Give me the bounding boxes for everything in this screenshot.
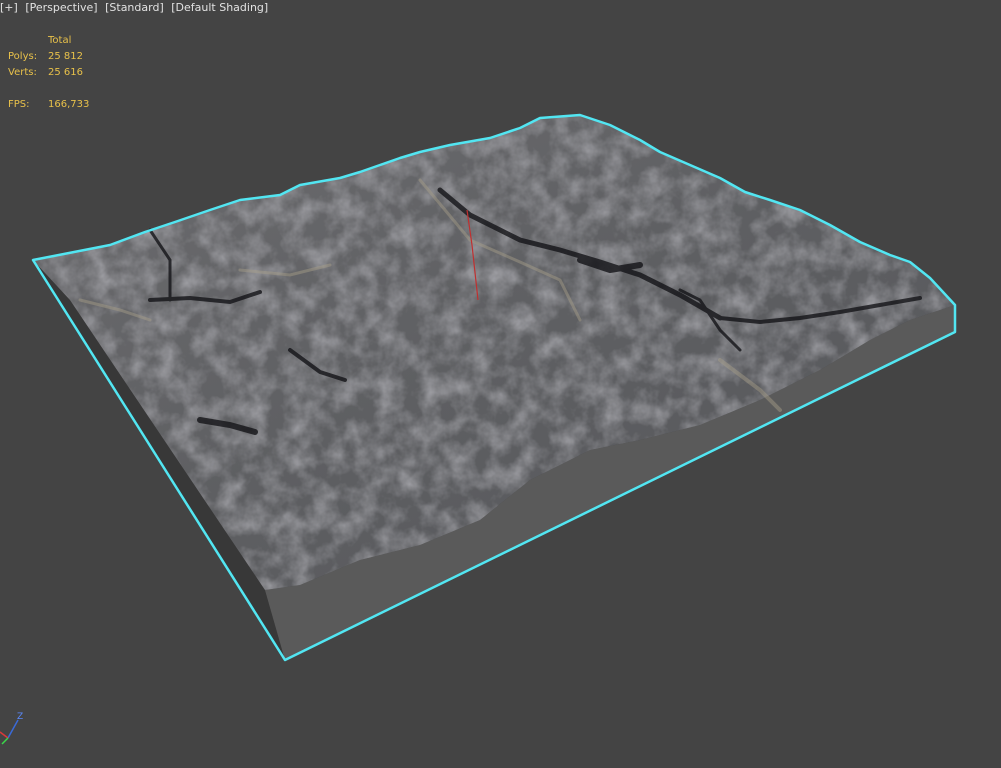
terrain-scene[interactable] <box>0 0 1001 768</box>
axis-gizmo-icon: Z <box>0 712 23 745</box>
axis-z-label: Z <box>17 712 23 722</box>
viewport-perspective[interactable]: [+] [Perspective] [Standard] [Default Sh… <box>0 0 1001 768</box>
